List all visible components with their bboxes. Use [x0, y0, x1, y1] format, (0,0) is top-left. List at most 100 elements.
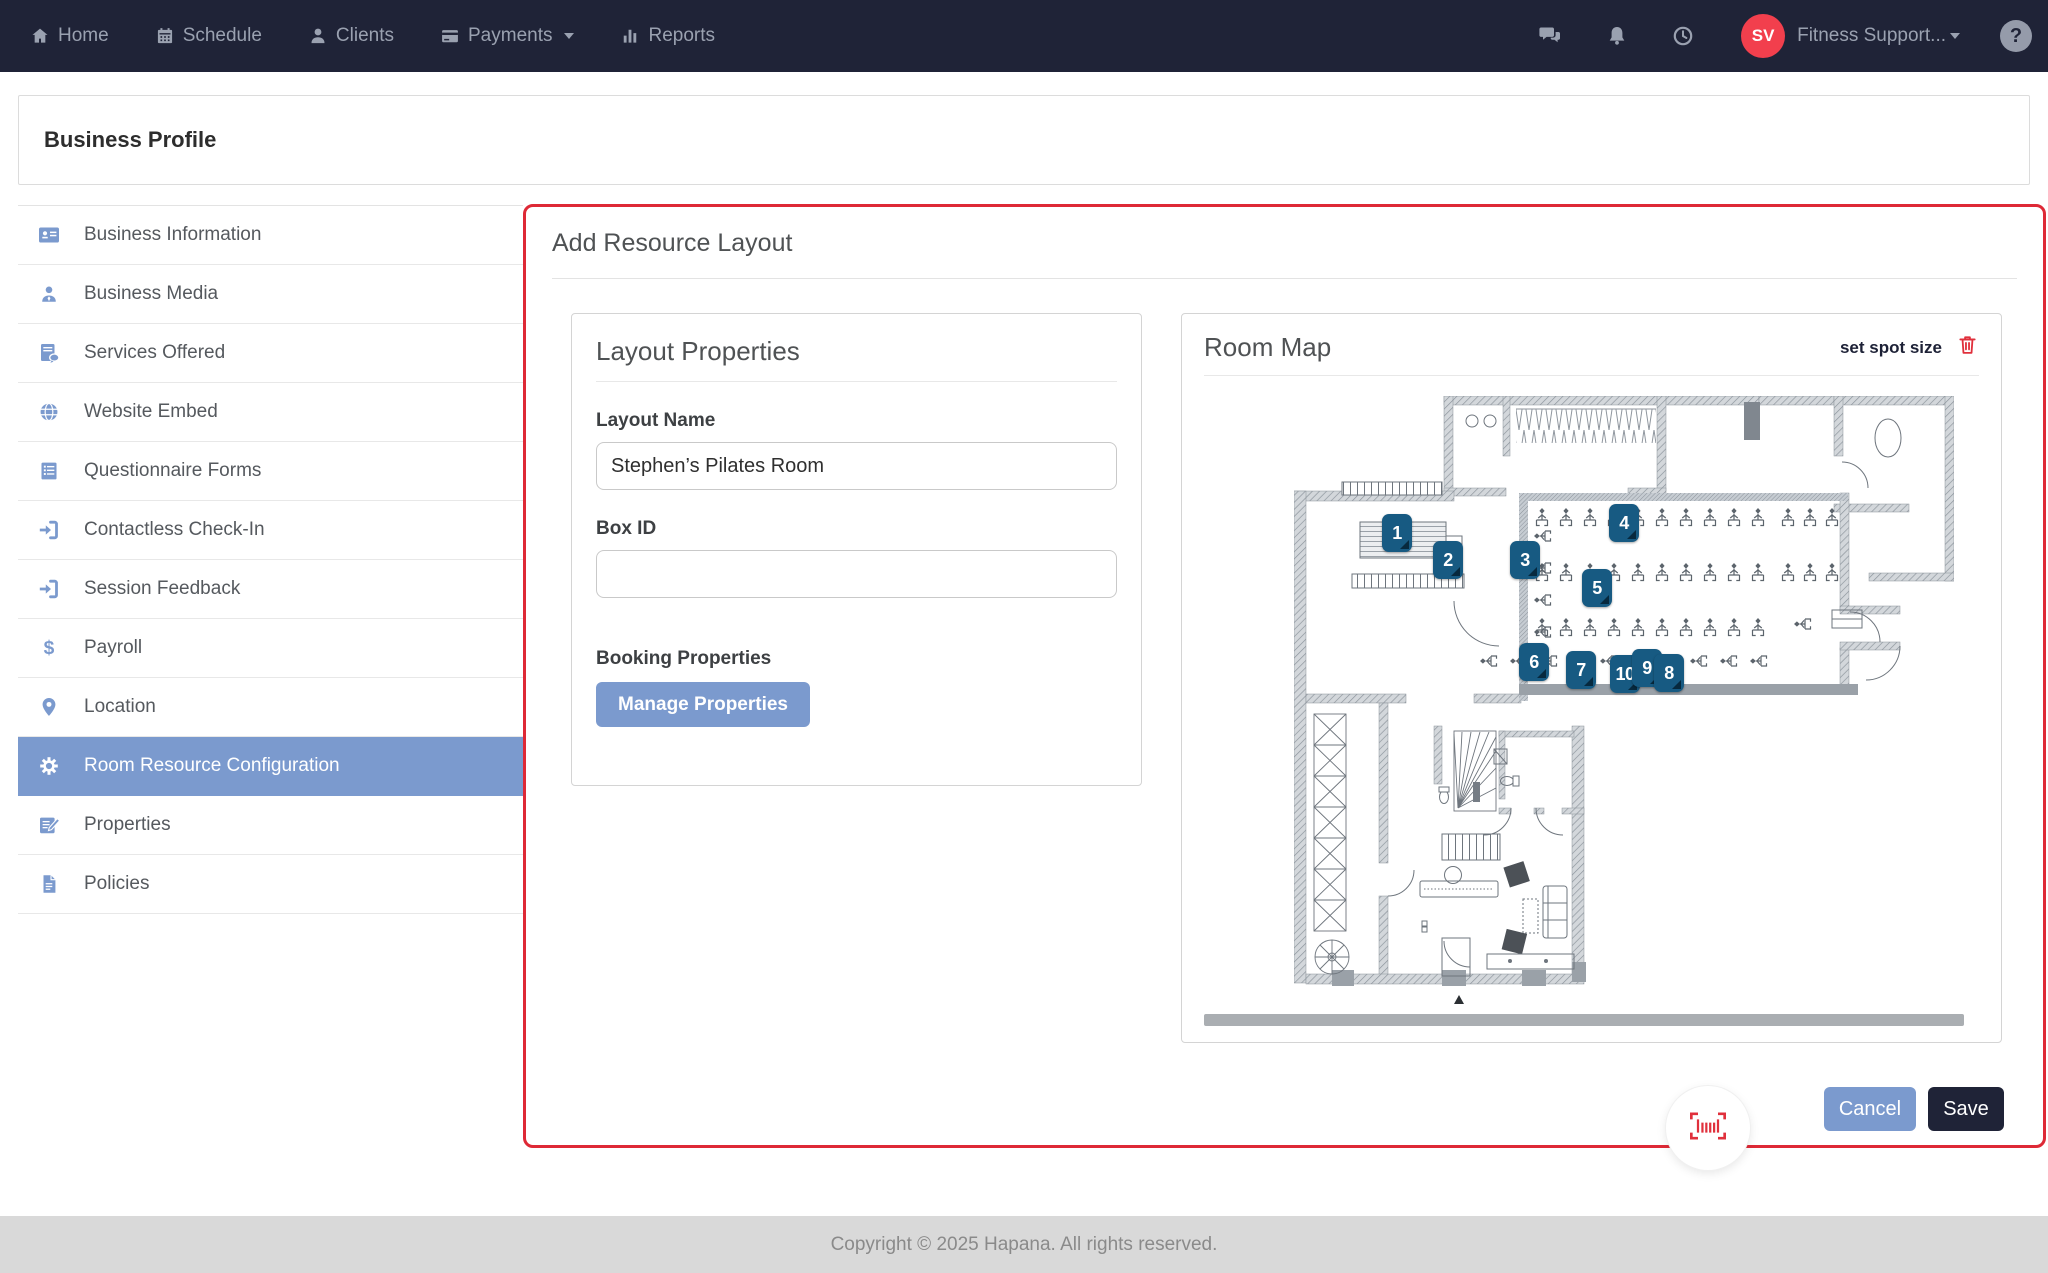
spot-marker-4[interactable]: 4	[1609, 504, 1639, 542]
chevron-down-icon	[1950, 33, 1960, 39]
nav-clients-label: Clients	[336, 25, 394, 47]
chat-icon[interactable]	[1537, 24, 1563, 48]
sidebar-item-label: Website Embed	[84, 401, 218, 423]
sidebar-item-properties[interactable]: Properties	[18, 796, 523, 855]
nav-payments-label: Payments	[468, 25, 552, 47]
edit-icon	[36, 813, 62, 837]
bell-icon[interactable]	[1605, 24, 1629, 48]
room-map-tools: set spot size	[1840, 333, 1979, 362]
nav-clients[interactable]: Clients	[308, 25, 394, 47]
person-tie-icon	[36, 283, 62, 305]
spot-marker-8[interactable]: 8	[1654, 654, 1684, 692]
map-pin-icon	[36, 696, 62, 718]
person-icon	[308, 26, 328, 46]
sidebar-item-label: Policies	[84, 873, 149, 895]
sidebar-item-services-offered[interactable]: Services Offered	[18, 324, 523, 383]
book-speech-icon	[36, 341, 62, 365]
spot-marker-1[interactable]: 1	[1382, 514, 1412, 552]
sidebar-item-payroll[interactable]: $ Payroll	[18, 619, 523, 678]
nav-reports[interactable]: Reports	[620, 25, 715, 47]
user-menu[interactable]: Fitness Support...	[1797, 25, 1960, 47]
gear-icon	[36, 754, 62, 778]
sidebar-item-label: Contactless Check-In	[84, 519, 265, 541]
main-nav: Home Schedule Clients Payments Reports	[30, 25, 715, 47]
sidebar-item-label: Room Resource Configuration	[84, 755, 340, 777]
layout-name-input[interactable]	[596, 442, 1117, 490]
sidebar-item-label: Payroll	[84, 637, 142, 659]
map-horizontal-scrollbar[interactable]	[1204, 1014, 1964, 1026]
document-icon	[36, 873, 62, 895]
nav-home-label: Home	[58, 25, 109, 47]
calendar-icon	[155, 26, 175, 46]
booking-properties-label: Booking Properties	[596, 648, 1117, 670]
sidebar-item-business-information[interactable]: Business Information	[18, 206, 523, 265]
sidebar-item-label: Business Media	[84, 283, 218, 305]
help-icon[interactable]: ?	[2000, 20, 2032, 52]
sidebar-item-policies[interactable]: Policies	[18, 855, 523, 914]
dollar-icon: $	[36, 637, 62, 659]
app-screen: Home Schedule Clients Payments Reports	[0, 0, 2048, 1273]
chevron-down-icon	[564, 33, 574, 39]
sidebar-item-label: Business Information	[84, 224, 261, 246]
copyright-text: Copyright © 2025 Hapana. All rights rese…	[831, 1234, 1218, 1256]
credit-card-icon	[440, 26, 460, 46]
spot-marker-6[interactable]: 6	[1519, 643, 1549, 681]
sign-in-icon	[36, 518, 62, 542]
spot-marker-2[interactable]: 2	[1433, 541, 1463, 579]
nav-schedule-label: Schedule	[183, 25, 262, 47]
divider	[596, 381, 1117, 382]
sidebar-item-questionnaire-forms[interactable]: Questionnaire Forms	[18, 442, 523, 501]
sidebar-item-room-resource-configuration[interactable]: Room Resource Configuration	[18, 737, 523, 796]
sidebar-item-session-feedback[interactable]: Session Feedback	[18, 560, 523, 619]
sidebar-item-contactless-check-in[interactable]: Contactless Check-In	[18, 501, 523, 560]
settings-sidebar: Business Information Business Media Serv…	[18, 205, 523, 914]
nav-schedule[interactable]: Schedule	[155, 25, 262, 47]
room-map-canvas: 12345671098	[1294, 396, 1954, 1006]
save-button[interactable]: Save	[1928, 1087, 2004, 1131]
layout-properties-card: Layout Properties Layout Name Box ID Boo…	[571, 313, 1142, 786]
nav-reports-label: Reports	[648, 25, 715, 47]
nav-home[interactable]: Home	[30, 25, 109, 47]
sidebar-item-business-media[interactable]: Business Media	[18, 265, 523, 324]
sidebar-item-label: Questionnaire Forms	[84, 460, 261, 482]
manage-properties-button[interactable]: Manage Properties	[596, 682, 810, 727]
sidebar-item-label: Services Offered	[84, 342, 225, 364]
avatar[interactable]: SV	[1741, 14, 1785, 58]
form-list-icon	[36, 460, 62, 482]
cancel-button[interactable]: Cancel	[1824, 1087, 1916, 1131]
sidebar-item-website-embed[interactable]: Website Embed	[18, 383, 523, 442]
panel-actions: Cancel Save	[1824, 1087, 2004, 1131]
room-floor-plan	[1294, 396, 1954, 1006]
layout-name-label: Layout Name	[596, 410, 1117, 432]
barcode-icon	[1688, 1110, 1728, 1147]
id-card-icon	[36, 223, 62, 247]
svg-text:$: $	[44, 638, 55, 659]
trash-icon[interactable]	[1956, 333, 1979, 362]
footer: Copyright © 2025 Hapana. All rights rese…	[0, 1216, 2048, 1273]
barcode-scan-button[interactable]	[1666, 1086, 1750, 1170]
page-title: Business Profile	[44, 127, 216, 153]
navbar-right: SV Fitness Support... ?	[1495, 14, 2032, 58]
spot-marker-3[interactable]: 3	[1510, 541, 1540, 579]
spot-marker-7[interactable]: 7	[1566, 651, 1596, 689]
add-resource-layout-panel: Add Resource Layout Layout Properties La…	[523, 204, 2046, 1148]
divider	[552, 278, 2017, 279]
divider	[1204, 375, 1979, 376]
top-navbar: Home Schedule Clients Payments Reports	[0, 0, 2048, 72]
spot-marker-5[interactable]: 5	[1582, 569, 1612, 607]
sidebar-item-label: Session Feedback	[84, 578, 240, 600]
box-id-label: Box ID	[596, 518, 1117, 540]
set-spot-size-button[interactable]: set spot size	[1840, 338, 1942, 358]
clock-icon[interactable]	[1671, 24, 1695, 48]
bar-chart-icon	[620, 26, 640, 46]
box-id-input[interactable]	[596, 550, 1117, 598]
sidebar-item-label: Properties	[84, 814, 171, 836]
user-name: Fitness Support...	[1797, 25, 1946, 47]
room-map-card: Room Map set spot size	[1181, 313, 2002, 1043]
globe-icon	[36, 401, 62, 423]
page-header-card: Business Profile	[18, 95, 2030, 185]
nav-payments[interactable]: Payments	[440, 25, 574, 47]
home-icon	[30, 26, 50, 46]
sidebar-item-location[interactable]: Location	[18, 678, 523, 737]
room-map-header: Room Map set spot size	[1182, 314, 2001, 363]
